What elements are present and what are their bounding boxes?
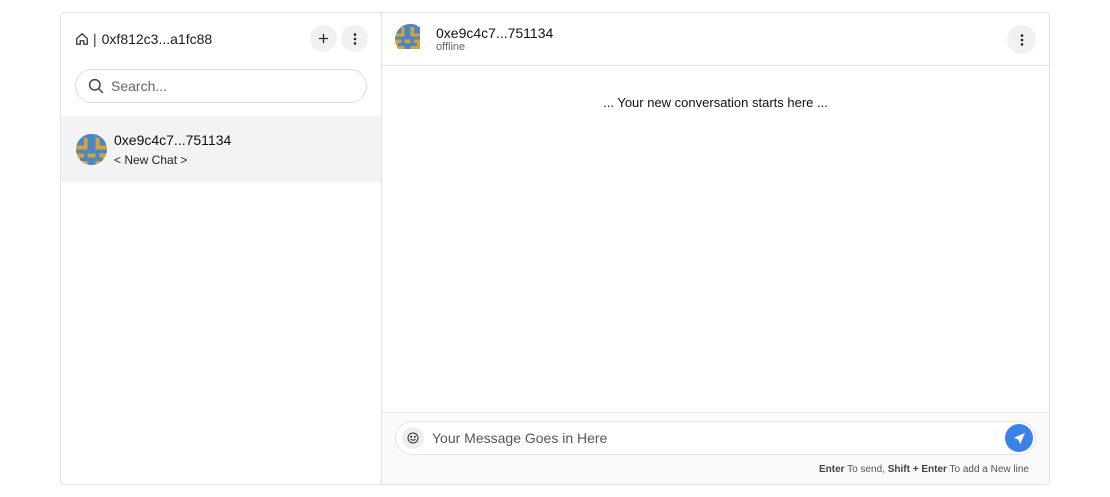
hint-newline-key: Shift + Enter xyxy=(887,464,947,475)
avatar xyxy=(76,133,107,165)
composer-area: Enter To send, Shift + Enter To add a Ne… xyxy=(382,412,1049,484)
hint-newline-text: To add a New line xyxy=(946,464,1030,475)
conversation-panel: 0xe9c4c7...751134 offline ... Your new c… xyxy=(382,13,1049,484)
title-separator: | xyxy=(93,31,97,47)
kebab-menu-icon xyxy=(353,32,356,45)
new-chat-button[interactable] xyxy=(310,25,337,52)
contact-name: 0xe9c4c7...751134 xyxy=(436,24,554,41)
search-input[interactable] xyxy=(111,78,354,94)
emoji-icon xyxy=(407,432,419,444)
chat-item-meta: 0xe9c4c7...751134 < New Chat > xyxy=(114,131,231,168)
chat-list-item[interactable]: 0xe9c4c7...751134 < New Chat > xyxy=(61,116,381,182)
send-icon xyxy=(1013,432,1025,444)
sidebar-menu-button[interactable] xyxy=(341,25,368,52)
home-icon[interactable] xyxy=(75,32,89,46)
contact-status: offline xyxy=(436,40,466,53)
hint-send-key: Enter xyxy=(818,464,845,475)
contact-meta: 0xe9c4c7...751134 offline xyxy=(436,25,553,54)
search-icon xyxy=(88,78,104,94)
conversation-menu-button[interactable] xyxy=(1007,25,1036,54)
emoji-button[interactable] xyxy=(402,427,424,449)
hint-send-text: To send, xyxy=(844,464,888,475)
message-list: ... Your new conversation starts here ..… xyxy=(382,66,1049,412)
chat-item-preview: < New Chat > xyxy=(114,152,188,167)
conversation-start-notice: ... Your new conversation starts here ..… xyxy=(603,95,828,110)
account-address: 0xf812c3...a1fc88 xyxy=(101,31,213,47)
conversation-header: 0xe9c4c7...751134 offline xyxy=(382,13,1049,66)
kebab-menu-icon xyxy=(1020,33,1023,46)
account-title: | 0xf812c3...a1fc88 xyxy=(75,31,212,47)
contact-avatar xyxy=(395,23,426,55)
search-box[interactable] xyxy=(75,69,367,103)
app-frame: | 0xf812c3...a1fc88 Search... 0xe9c4c7..… xyxy=(60,12,1050,485)
message-input[interactable] xyxy=(432,430,1005,446)
send-button[interactable] xyxy=(1005,424,1033,452)
sidebar-actions xyxy=(310,25,368,52)
chat-item-name: 0xe9c4c7...751134 xyxy=(114,131,232,148)
sidebar: | 0xf812c3...a1fc88 Search... 0xe9c4c7..… xyxy=(61,13,382,484)
sidebar-header: | 0xf812c3...a1fc88 xyxy=(61,13,381,65)
plus-icon xyxy=(318,33,329,44)
search-container xyxy=(61,65,381,103)
message-composer xyxy=(395,421,1036,455)
composer-hint: Enter To send, Shift + Enter To add a Ne… xyxy=(819,464,1029,475)
